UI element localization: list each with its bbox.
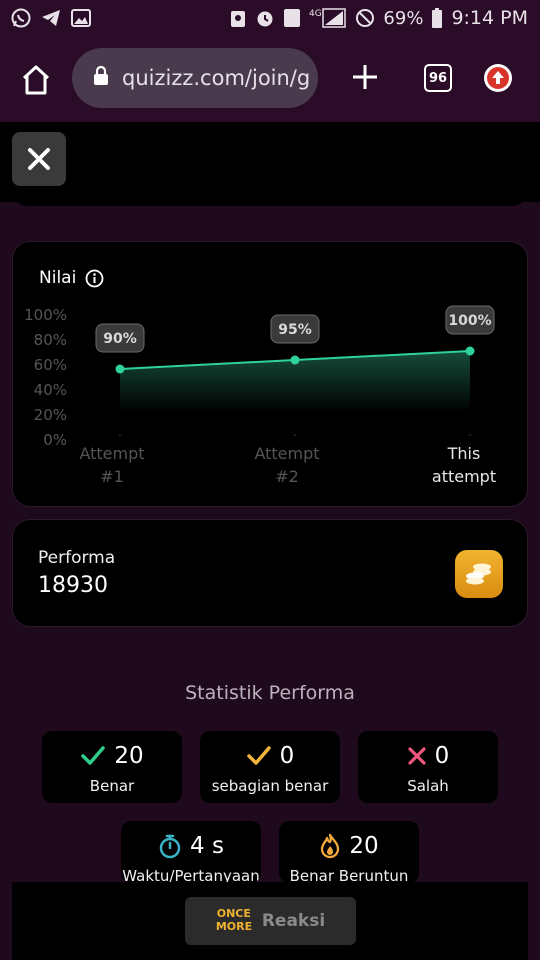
status-bar-right: 4G 69% 9:14 PM bbox=[229, 7, 528, 29]
x-tick-label: #2 bbox=[275, 467, 299, 486]
stats-section-title: Statistik Performa bbox=[185, 682, 355, 704]
reaksi-button[interactable]: ONCE MORE Reaksi bbox=[185, 897, 356, 945]
home-button[interactable] bbox=[16, 64, 56, 96]
x-tick-label: attempt bbox=[432, 467, 496, 486]
update-button[interactable] bbox=[484, 64, 512, 92]
stat-salah: 0 Salah bbox=[358, 731, 498, 803]
chart-data-point bbox=[115, 364, 125, 374]
once-more-logo: ONCE MORE bbox=[215, 907, 253, 933]
stat-label: Benar Beruntun bbox=[289, 867, 409, 883]
battery-icon bbox=[431, 7, 443, 29]
clock-time: 9:14 PM bbox=[451, 7, 528, 29]
check-icon bbox=[246, 746, 271, 765]
x-tick-label: This bbox=[447, 444, 481, 463]
stat-value: 4 s bbox=[190, 833, 224, 859]
x-tick-label: Attempt bbox=[79, 444, 144, 463]
vpn-key-icon bbox=[229, 7, 247, 29]
cross-icon bbox=[408, 747, 426, 765]
y-tick-label: 0% bbox=[43, 431, 67, 449]
close-button[interactable] bbox=[12, 132, 66, 186]
previous-card-edge bbox=[12, 182, 528, 206]
page-content: 100% 80% 60% 40% 20% 0% 90% 95% 100% - Attempt #1 - A… bbox=[0, 122, 540, 960]
url-text: quizizz.com/join/g bbox=[122, 66, 311, 90]
image-icon bbox=[70, 8, 92, 28]
status-bar: 4G 69% 9:14 PM bbox=[0, 0, 540, 36]
stat-value: 0 bbox=[279, 743, 295, 769]
chart-data-point bbox=[465, 346, 475, 356]
lock-icon bbox=[92, 65, 110, 91]
svg-text:4G: 4G bbox=[309, 9, 322, 19]
score-chart-card: 100% 80% 60% 40% 20% 0% 90% 95% 100% - Attempt #1 - A… bbox=[12, 241, 528, 507]
plus-icon bbox=[353, 65, 377, 89]
x-tick-label: Attempt bbox=[254, 444, 319, 463]
status-bar-left bbox=[10, 7, 92, 29]
chart-title: Nilai bbox=[39, 268, 77, 288]
x-tick-mark: - bbox=[118, 430, 122, 441]
info-icon[interactable] bbox=[85, 269, 104, 288]
flame-icon bbox=[321, 833, 340, 859]
performa-label: Performa bbox=[38, 548, 116, 568]
close-icon bbox=[28, 148, 50, 170]
browser-toolbar: quizizz.com/join/g 96 bbox=[0, 36, 540, 122]
stat-benar-beruntun: 20 Benar Beruntun bbox=[279, 821, 419, 883]
stat-sebagian-benar: 0 sebagian benar bbox=[200, 731, 340, 803]
stat-benar: 20 Benar bbox=[42, 731, 182, 803]
stat-label: Salah bbox=[407, 777, 449, 795]
y-tick-label: 20% bbox=[34, 406, 67, 424]
whatsapp-icon bbox=[10, 7, 32, 29]
y-tick-label: 80% bbox=[34, 331, 67, 349]
stopwatch-icon bbox=[159, 834, 181, 859]
stat-waktu: 4 s Waktu/Pertanyaan bbox=[121, 821, 261, 883]
battery-percentage: 69% bbox=[383, 7, 424, 29]
new-tab-button[interactable] bbox=[350, 62, 380, 92]
data-label: 95% bbox=[278, 322, 312, 338]
stat-label: Benar bbox=[89, 777, 135, 795]
tab-switcher-button[interactable]: 96 bbox=[424, 64, 452, 92]
x-tick-mark: - bbox=[293, 430, 297, 441]
x-tick-mark: - bbox=[468, 430, 472, 441]
home-icon bbox=[22, 65, 50, 95]
data-label: 100% bbox=[448, 313, 491, 329]
coins-button[interactable] bbox=[455, 550, 503, 598]
coins-icon bbox=[466, 563, 491, 585]
telegram-icon bbox=[40, 7, 62, 29]
notification-count-badge bbox=[283, 8, 301, 28]
stat-value: 20 bbox=[114, 743, 144, 769]
reaksi-label: Reaksi bbox=[261, 911, 326, 931]
signal-4g-icon: 4G bbox=[309, 7, 347, 29]
y-tick-label: 40% bbox=[34, 381, 67, 399]
update-arrow-icon bbox=[487, 67, 509, 89]
performa-value: 18930 bbox=[38, 573, 108, 598]
stat-label: Waktu/Pertanyaan bbox=[122, 867, 260, 883]
stat-value: 0 bbox=[434, 743, 450, 769]
x-tick-label: #1 bbox=[100, 467, 124, 486]
data-label: 90% bbox=[103, 331, 137, 347]
stat-value: 20 bbox=[349, 833, 379, 859]
do-not-disturb-icon bbox=[355, 8, 375, 28]
performa-card: Performa 18930 bbox=[12, 519, 528, 627]
url-bar[interactable]: quizizz.com/join/g bbox=[72, 48, 318, 108]
y-tick-label: 60% bbox=[34, 356, 67, 374]
bottom-action-bar: ONCE MORE Reaksi bbox=[12, 882, 528, 960]
check-icon bbox=[81, 746, 106, 765]
stat-label: sebagian benar bbox=[211, 777, 329, 795]
y-tick-label: 100% bbox=[24, 306, 67, 324]
chart-data-point bbox=[290, 355, 300, 365]
alarm-icon bbox=[255, 8, 275, 28]
